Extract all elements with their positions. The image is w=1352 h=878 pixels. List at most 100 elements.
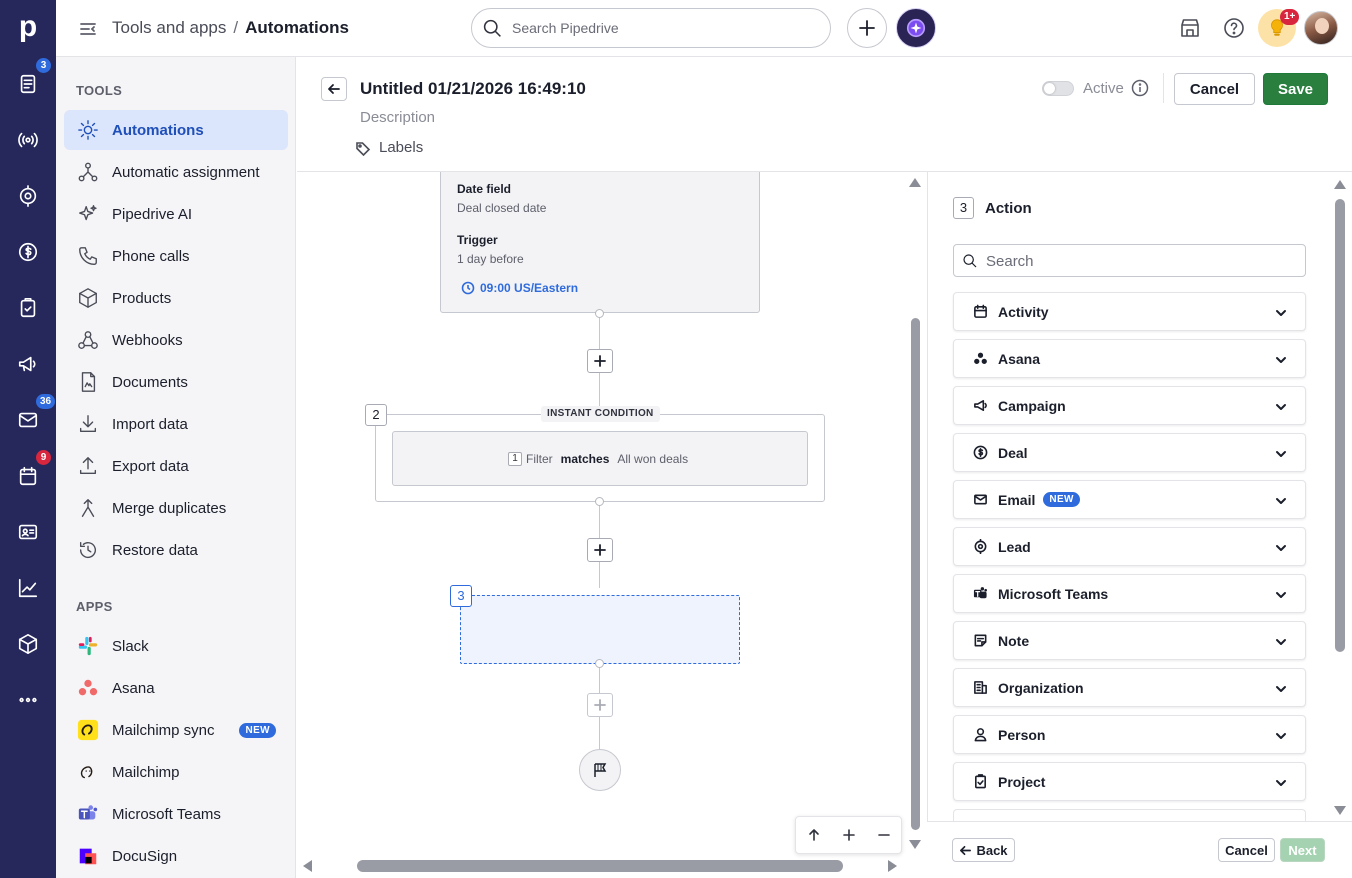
arrow-left-icon	[328, 84, 340, 94]
menu-item-webhooks[interactable]: Webhooks	[64, 320, 288, 360]
tag-icon	[356, 141, 371, 156]
clipboard-check-icon[interactable]	[14, 294, 42, 322]
menu-item-pipedrive-ai[interactable]: Pipedrive AI	[64, 194, 288, 234]
menu-item-slack[interactable]: Slack	[64, 626, 288, 666]
scrollbar-thumb[interactable]	[357, 860, 843, 872]
action-category-note[interactable]: Note	[953, 621, 1306, 660]
back-button[interactable]	[321, 77, 347, 101]
canvas-vertical-scrollbar[interactable]	[908, 172, 922, 862]
add-step-button-disabled[interactable]	[587, 693, 613, 717]
broadcast-icon[interactable]	[14, 126, 42, 154]
global-search-input[interactable]	[512, 18, 812, 38]
menu-item-mailchimp[interactable]: Mailchimp	[64, 752, 288, 792]
dollar-icon[interactable]	[14, 238, 42, 266]
labels-button[interactable]: Labels	[355, 139, 423, 156]
scroll-down-arrow[interactable]	[1334, 806, 1346, 815]
marketplace-icon[interactable]	[1178, 16, 1202, 40]
menu-item-products[interactable]: Products	[64, 278, 288, 318]
automation-title[interactable]: Untitled 01/21/2026 16:49:10	[360, 79, 586, 99]
ai-assistant-button[interactable]	[896, 8, 936, 48]
target-icon[interactable]	[14, 182, 42, 210]
action-category-person[interactable]: Person	[953, 715, 1306, 754]
restore-icon	[76, 538, 100, 562]
help-icon[interactable]	[1222, 16, 1246, 40]
active-toggle[interactable]	[1042, 81, 1074, 96]
breadcrumb-tools-and-apps[interactable]: Tools and apps	[112, 18, 226, 38]
action-category-microsoft-teams[interactable]: Microsoft Teams	[953, 574, 1306, 613]
menu-item-automatic-assignment[interactable]: Automatic assignment	[64, 152, 288, 192]
menu-item-microsoft-teams[interactable]: Microsoft Teams	[64, 794, 288, 834]
action-category-lead[interactable]: Lead	[953, 527, 1306, 566]
menu-item-phone-calls[interactable]: Phone calls	[64, 236, 288, 276]
user-avatar[interactable]	[1304, 11, 1338, 45]
add-step-button[interactable]	[587, 349, 613, 373]
scroll-left-arrow[interactable]	[303, 860, 312, 872]
scroll-up-arrow[interactable]	[1334, 180, 1346, 189]
action-search-input[interactable]	[986, 252, 1286, 270]
cancel-button[interactable]: Cancel	[1174, 73, 1255, 105]
teams-logo-icon	[76, 802, 100, 826]
chevron-down-icon	[1275, 400, 1287, 412]
chevron-down-icon	[1275, 776, 1287, 788]
filter-card[interactable]: 1 Filter matches All won deals	[392, 431, 808, 486]
menu-item-automations[interactable]: Automations	[64, 110, 288, 150]
back-button[interactable]: Back	[952, 838, 1015, 862]
scrollbar-thumb[interactable]	[911, 318, 920, 830]
date-field-value: Deal closed date	[457, 201, 547, 215]
deals-list-icon[interactable]	[14, 70, 42, 98]
menu-item-documents[interactable]: Documents	[64, 362, 288, 402]
menu-item-merge-duplicates[interactable]: Merge duplicates	[64, 488, 288, 528]
menu-item-asana[interactable]: Asana	[64, 668, 288, 708]
trigger-node[interactable]: Date field Deal closed date Trigger 1 da…	[440, 172, 760, 313]
more-icon[interactable]	[14, 686, 42, 714]
action-category-project[interactable]: Project	[953, 762, 1306, 801]
action-category-organization[interactable]: Organization	[953, 668, 1306, 707]
menu-item-docusign[interactable]: DocuSign	[64, 836, 288, 876]
mailchimp-logo-icon	[76, 718, 100, 742]
menu-item-export-data[interactable]: Export data	[64, 446, 288, 486]
scroll-down-arrow[interactable]	[909, 840, 921, 849]
sparkle-icon	[906, 18, 926, 38]
scroll-up-arrow[interactable]	[909, 178, 921, 187]
scroll-right-arrow[interactable]	[888, 860, 897, 872]
category-label: Campaign	[998, 397, 1066, 414]
active-label: Active	[1083, 80, 1124, 97]
add-step-button[interactable]	[587, 538, 613, 562]
step-number-2: 2	[365, 404, 387, 426]
finish-flag-icon	[594, 763, 607, 777]
action-category-deal[interactable]: Deal	[953, 433, 1306, 472]
automation-description[interactable]: Description	[360, 109, 435, 126]
info-icon[interactable]	[1131, 79, 1149, 97]
mail-icon[interactable]	[14, 406, 42, 434]
collapse-menu-icon[interactable]	[78, 19, 98, 39]
scrollbar-thumb[interactable]	[1335, 199, 1345, 652]
action-category-activity[interactable]: Activity	[953, 292, 1306, 331]
menu-item-import-data[interactable]: Import data	[64, 404, 288, 444]
next-button[interactable]: Next	[1280, 838, 1325, 862]
action-category-asana[interactable]: Asana	[953, 339, 1306, 378]
action-placeholder-node[interactable]	[460, 595, 740, 664]
automations-icon	[76, 118, 100, 142]
merge-icon	[76, 496, 100, 520]
menu-item-restore-data[interactable]: Restore data	[64, 530, 288, 570]
zoom-out-icon[interactable]	[873, 824, 895, 846]
action-search[interactable]	[953, 244, 1306, 277]
zoom-in-icon[interactable]	[838, 824, 860, 846]
calendar-icon[interactable]	[14, 462, 42, 490]
category-label: Activity	[998, 303, 1049, 320]
save-button[interactable]: Save	[1263, 73, 1328, 105]
quick-add-button[interactable]	[847, 8, 887, 48]
fit-top-icon[interactable]	[803, 824, 825, 846]
cancel-button[interactable]: Cancel	[1218, 838, 1275, 862]
menu-item-mailchimp-sync[interactable]: Mailchimp sync NEW	[64, 710, 288, 750]
chart-icon[interactable]	[14, 574, 42, 602]
pipedrive-logo[interactable]: p	[14, 10, 42, 44]
workflow-canvas[interactable]: Date field Deal closed date Trigger 1 da…	[297, 172, 905, 862]
action-category-campaign[interactable]: Campaign	[953, 386, 1306, 425]
global-search[interactable]	[471, 8, 831, 48]
box-icon	[76, 286, 100, 310]
contact-card-icon[interactable]	[14, 518, 42, 546]
megaphone-icon[interactable]	[14, 350, 42, 378]
action-category-email[interactable]: Email NEW	[953, 480, 1306, 519]
box-icon[interactable]	[14, 630, 42, 658]
